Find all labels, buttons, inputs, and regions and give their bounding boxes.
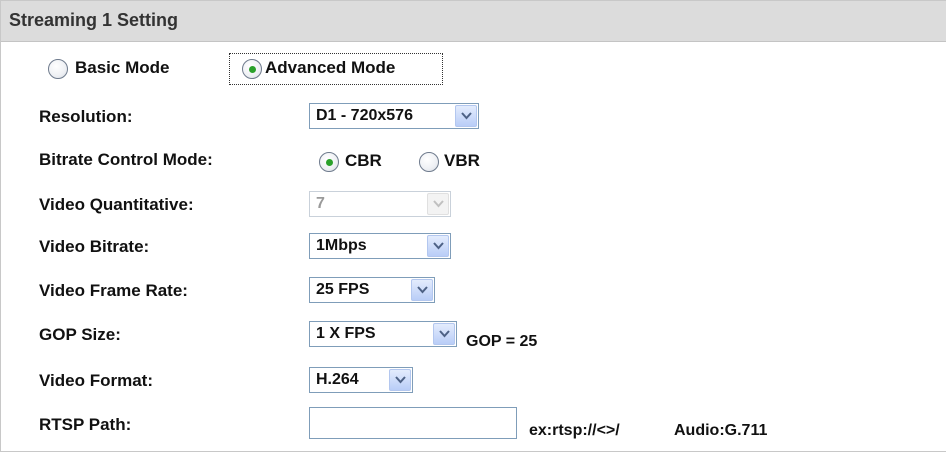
video-format-value: H.264 bbox=[316, 371, 359, 388]
video-format-label: Video Format: bbox=[39, 371, 153, 390]
streaming-settings-panel: Streaming 1 Setting Basic Mode Advanced … bbox=[0, 0, 946, 452]
advanced-mode-radio[interactable] bbox=[242, 59, 262, 79]
video-quantitative-select: 7 bbox=[309, 191, 451, 217]
frame-rate-select[interactable]: 25 FPS bbox=[309, 277, 435, 303]
mode-row: Basic Mode Advanced Mode bbox=[1, 53, 946, 89]
resolution-value: D1 - 720x576 bbox=[316, 107, 413, 124]
rtsp-path-label: RTSP Path: bbox=[39, 415, 132, 434]
basic-mode-label[interactable]: Basic Mode bbox=[75, 58, 169, 78]
rtsp-hint: ex:rtsp://<>/ bbox=[529, 422, 620, 439]
gop-size-row: GOP Size: 1 X FPS GOP = 25 bbox=[1, 319, 946, 355]
frame-rate-label: Video Frame Rate: bbox=[39, 281, 188, 300]
chevron-down-icon[interactable] bbox=[455, 105, 477, 127]
basic-mode-radio[interactable] bbox=[48, 59, 68, 79]
vbr-radio[interactable] bbox=[419, 152, 439, 172]
chevron-down-icon[interactable] bbox=[433, 323, 455, 345]
video-bitrate-label: Video Bitrate: bbox=[39, 237, 150, 256]
resolution-select[interactable]: D1 - 720x576 bbox=[309, 103, 479, 129]
frame-rate-value: 25 FPS bbox=[316, 281, 370, 298]
resolution-row: Resolution: D1 - 720x576 bbox=[1, 101, 946, 137]
video-bitrate-value: 1Mbps bbox=[316, 237, 367, 254]
chevron-down-icon[interactable] bbox=[427, 235, 449, 257]
video-format-select[interactable]: H.264 bbox=[309, 367, 413, 393]
panel-header: Streaming 1 Setting bbox=[1, 1, 946, 42]
chevron-down-icon bbox=[427, 193, 449, 215]
resolution-label: Resolution: bbox=[39, 107, 133, 126]
chevron-down-icon[interactable] bbox=[389, 369, 411, 391]
video-quantitative-label: Video Quantitative: bbox=[39, 195, 194, 214]
cbr-label[interactable]: CBR bbox=[345, 151, 382, 171]
chevron-down-icon[interactable] bbox=[411, 279, 433, 301]
frame-rate-row: Video Frame Rate: 25 FPS bbox=[1, 275, 946, 311]
rtsp-path-input[interactable] bbox=[309, 407, 517, 439]
bitrate-mode-label: Bitrate Control Mode: bbox=[39, 150, 213, 169]
rtsp-path-row: RTSP Path: ex:rtsp://<>/ Audio:G.711 bbox=[1, 407, 946, 443]
gop-note: GOP = 25 bbox=[466, 333, 538, 350]
panel-title: Streaming 1 Setting bbox=[9, 10, 179, 30]
audio-codec-label: Audio:G.711 bbox=[674, 422, 768, 439]
vbr-label[interactable]: VBR bbox=[444, 151, 480, 171]
video-bitrate-row: Video Bitrate: 1Mbps bbox=[1, 231, 946, 267]
cbr-radio[interactable] bbox=[319, 152, 339, 172]
video-bitrate-select[interactable]: 1Mbps bbox=[309, 233, 451, 259]
video-quantitative-value: 7 bbox=[316, 195, 325, 212]
advanced-mode-label[interactable]: Advanced Mode bbox=[265, 58, 395, 78]
gop-size-value: 1 X FPS bbox=[316, 325, 376, 342]
gop-size-label: GOP Size: bbox=[39, 325, 121, 344]
video-quantitative-row: Video Quantitative: 7 bbox=[1, 189, 946, 225]
gop-size-select[interactable]: 1 X FPS bbox=[309, 321, 457, 347]
video-format-row: Video Format: H.264 bbox=[1, 365, 946, 401]
bitrate-mode-row: Bitrate Control Mode: CBR VBR bbox=[1, 144, 946, 180]
